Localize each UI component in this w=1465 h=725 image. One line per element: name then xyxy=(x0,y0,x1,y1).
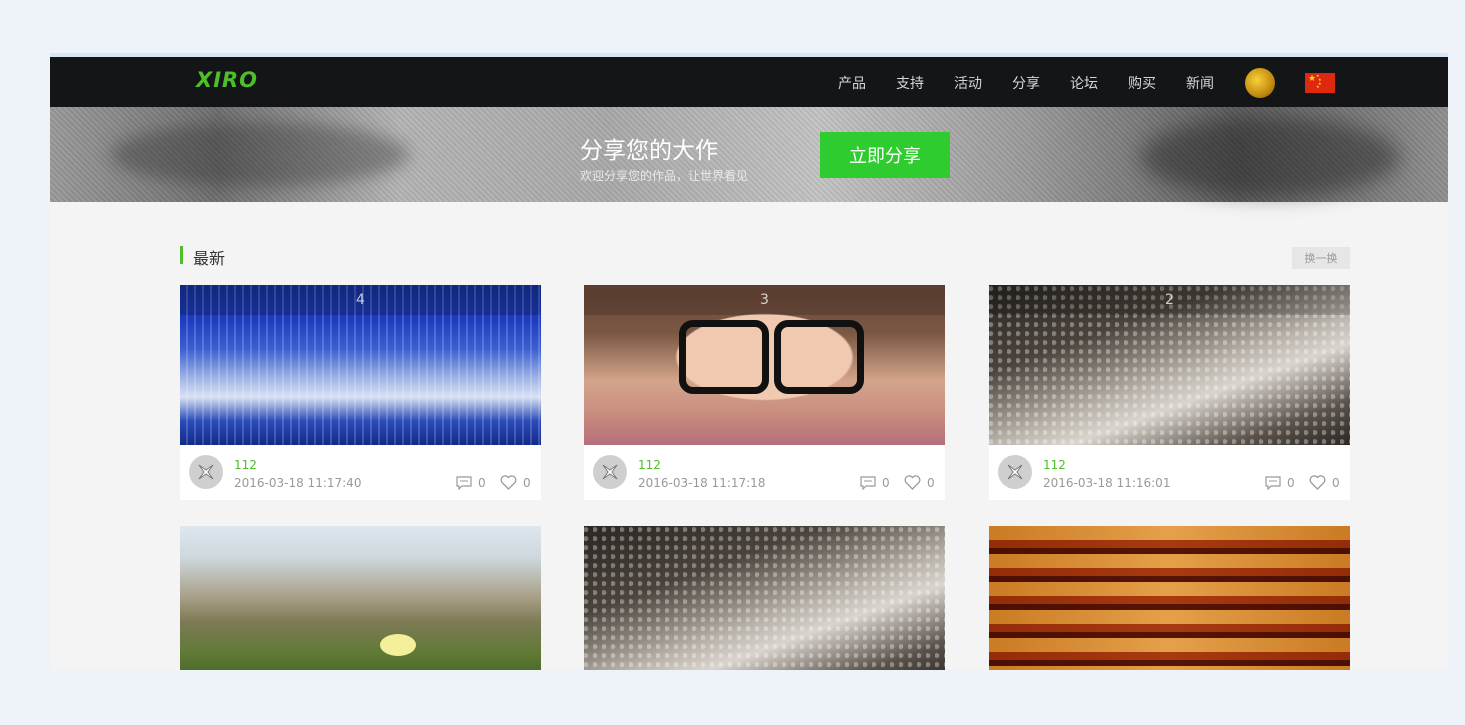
heart-icon[interactable] xyxy=(500,475,517,490)
card-footer: 112 2016-03-18 11:17:40 0 0 xyxy=(180,445,541,500)
nav-item-share[interactable]: 分享 xyxy=(1012,73,1040,93)
section-title: 最新 xyxy=(193,249,226,268)
user-avatar-icon[interactable] xyxy=(189,455,223,489)
work-image[interactable] xyxy=(180,526,541,670)
work-card[interactable] xyxy=(989,526,1350,670)
top-navbar: XIRO 产品 支持 活动 分享 论坛 购买 新闻 ★ ★ ★ ★ ★ xyxy=(50,57,1448,107)
china-flag-icon[interactable]: ★ ★ ★ ★ ★ xyxy=(1305,73,1335,93)
work-number: 4 xyxy=(180,285,541,315)
username[interactable]: 112 xyxy=(234,458,257,472)
banner-subtitle: 欢迎分享您的作品，让世界看见 xyxy=(580,169,749,183)
work-image[interactable] xyxy=(989,526,1350,670)
comment-count: 0 xyxy=(882,476,890,490)
user-avatar-icon[interactable] xyxy=(1245,68,1275,98)
nav-item-support[interactable]: 支持 xyxy=(896,73,924,93)
nav-item-products[interactable]: 产品 xyxy=(838,73,866,93)
comment-icon[interactable] xyxy=(1265,476,1281,490)
refresh-button[interactable]: 换一换 xyxy=(1292,247,1350,269)
nav-item-news[interactable]: 新闻 xyxy=(1186,73,1214,93)
nav-item-forum[interactable]: 论坛 xyxy=(1070,73,1098,93)
username[interactable]: 112 xyxy=(638,458,661,472)
xiro-logo[interactable]: XIRO xyxy=(196,68,258,92)
like-count: 0 xyxy=(927,476,935,490)
card-footer: 112 2016-03-18 11:16:01 0 0 xyxy=(989,445,1350,500)
work-number: 2 xyxy=(989,285,1350,315)
nav-item-buy[interactable]: 购买 xyxy=(1128,73,1156,93)
post-time: 2016-03-18 11:17:18 xyxy=(638,476,766,490)
comment-count: 0 xyxy=(1287,476,1295,490)
heart-icon[interactable] xyxy=(904,475,921,490)
post-time: 2016-03-18 11:16:01 xyxy=(1043,476,1171,490)
user-avatar-icon[interactable] xyxy=(593,455,627,489)
section-accent-bar xyxy=(180,246,183,264)
work-image[interactable] xyxy=(584,526,945,670)
user-avatar-icon[interactable] xyxy=(998,455,1032,489)
work-card[interactable]: 4 112 2016-03-18 11:17:40 0 0 xyxy=(180,285,541,500)
comment-count: 0 xyxy=(478,476,486,490)
like-count: 0 xyxy=(1332,476,1340,490)
share-banner: 分享您的大作 欢迎分享您的作品，让世界看见 立即分享 xyxy=(50,107,1448,202)
work-card[interactable]: 3 112 2016-03-18 11:17:18 0 0 xyxy=(584,285,945,500)
heart-icon[interactable] xyxy=(1309,475,1326,490)
comment-icon[interactable] xyxy=(456,476,472,490)
like-count: 0 xyxy=(523,476,531,490)
work-card[interactable]: 2 112 2016-03-18 11:16:01 0 0 xyxy=(989,285,1350,500)
share-now-button[interactable]: 立即分享 xyxy=(820,132,950,178)
work-number: 3 xyxy=(584,285,945,315)
work-card[interactable] xyxy=(584,526,945,670)
work-card[interactable] xyxy=(180,526,541,670)
page-frame: XIRO 产品 支持 活动 分享 论坛 购买 新闻 ★ ★ ★ ★ ★ 分享您的… xyxy=(50,53,1448,670)
comment-icon[interactable] xyxy=(860,476,876,490)
banner-title: 分享您的大作 xyxy=(580,138,718,164)
nav-item-events[interactable]: 活动 xyxy=(954,73,982,93)
post-time: 2016-03-18 11:17:40 xyxy=(234,476,362,490)
username[interactable]: 112 xyxy=(1043,458,1066,472)
card-footer: 112 2016-03-18 11:17:18 0 0 xyxy=(584,445,945,500)
